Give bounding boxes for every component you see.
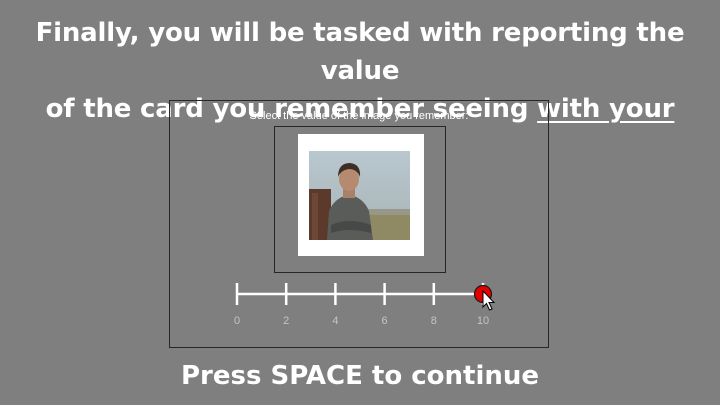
instruction-line-1: Finally, you will be tasked with reporti… — [35, 18, 685, 86]
slider-tick-label: 0 — [233, 315, 241, 327]
slider-tick-label: 10 — [476, 315, 490, 327]
slider-tick-label: 6 — [381, 315, 388, 327]
value-slider[interactable]: 0 2 4 6 8 10 — [170, 101, 548, 347]
instruction-screen: Finally, you will be tasked with reporti… — [0, 0, 720, 405]
task-preview-frame: Select the value of the image you rememb… — [169, 100, 549, 348]
slider-graphic — [235, 283, 496, 311]
continue-instruction: Press SPACE to continue — [180, 361, 540, 391]
slider-tick-label: 4 — [332, 315, 339, 327]
slider-tick-label: 8 — [430, 315, 437, 327]
slider-tick-label: 2 — [283, 315, 290, 327]
